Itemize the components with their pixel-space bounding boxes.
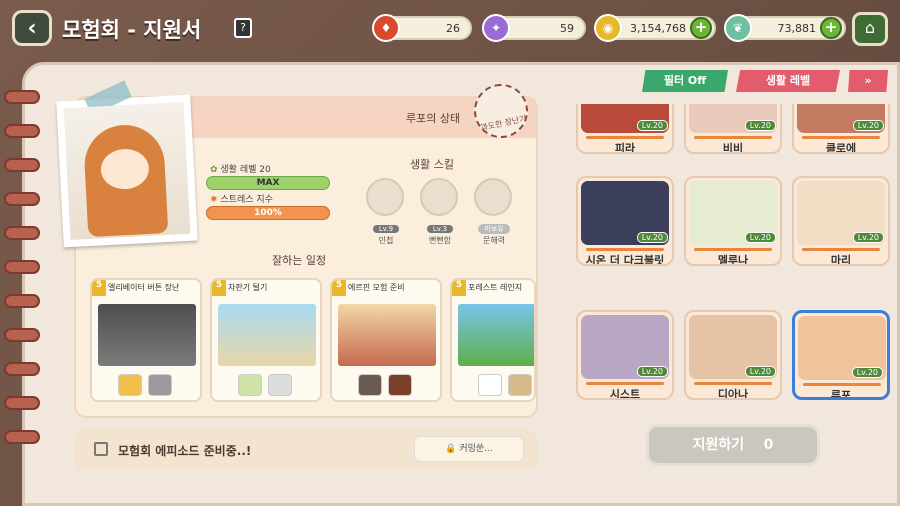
status-title: 루포의 상태 bbox=[406, 112, 461, 125]
reward-item bbox=[508, 374, 532, 396]
schedule-title: 잘하는 일정 bbox=[272, 254, 327, 267]
adventure-prep-image bbox=[338, 304, 436, 366]
episode-text: 모험회 에피소드 준비중..! bbox=[118, 444, 252, 458]
back-button[interactable]: ‹ bbox=[12, 10, 52, 46]
character-card[interactable]: Lv.20 디아나 bbox=[684, 310, 782, 400]
schedule-card[interactable]: 5 엘리베이터 버튼 장난 bbox=[90, 278, 202, 402]
schedule-card[interactable]: 5 포레스트 레인지 bbox=[450, 278, 536, 402]
leaf-icon: ❦ bbox=[724, 14, 752, 42]
gem-value: 59 bbox=[560, 21, 574, 35]
support-button[interactable]: 지원하기 0 bbox=[646, 424, 820, 466]
skill-literacy[interactable]: 미보유 문해력 bbox=[474, 178, 514, 246]
reward-item bbox=[238, 374, 262, 396]
gold-plus-button[interactable]: + bbox=[690, 17, 712, 39]
character-card[interactable]: Lv.20 피라 bbox=[576, 104, 674, 154]
lantern-icon: ♦ bbox=[372, 14, 400, 42]
life-level-label: ✿ 생활 레벨 20 bbox=[210, 165, 271, 175]
episode-bar: 모험회 에피소드 준비중..! 🔒 커밍쑨... bbox=[74, 430, 538, 470]
episode-checkbox bbox=[94, 442, 108, 456]
reward-item bbox=[388, 374, 412, 396]
reward-item bbox=[358, 374, 382, 396]
leaf-plus-button[interactable]: + bbox=[820, 17, 842, 39]
top-bar: ‹ 모험회 - 지원서 ? 26 ♦ 59 ✦ 3,154,768 ◉ + 73… bbox=[0, 0, 900, 56]
reward-item bbox=[118, 374, 142, 396]
literacy-icon bbox=[474, 178, 512, 216]
life-level-bar: MAX bbox=[206, 176, 330, 190]
character-card[interactable]: Lv.20 클로에 bbox=[792, 104, 890, 154]
gold-value: 3,154,768 bbox=[630, 21, 686, 35]
skill-audacity[interactable]: Lv.3 뻔뻔함 bbox=[420, 178, 460, 246]
reward-item bbox=[268, 374, 292, 396]
leaf-value: 73,881 bbox=[777, 21, 817, 35]
schedule-card[interactable]: 5 에르핀 모험 준비 bbox=[330, 278, 442, 402]
character-photo bbox=[56, 80, 198, 248]
forest-image bbox=[458, 304, 534, 366]
reward-item bbox=[478, 374, 502, 396]
page-title: 모험회 - 지원서 bbox=[62, 18, 202, 42]
sort-order-button[interactable]: » bbox=[848, 70, 888, 92]
reward-item bbox=[148, 374, 172, 396]
character-card[interactable]: Lv.20 마리 bbox=[792, 176, 890, 266]
character-card[interactable]: Lv.20 비비 bbox=[684, 104, 782, 154]
notebook-rings bbox=[0, 90, 40, 470]
stress-label: ✹ 스트레스 지수 bbox=[210, 195, 273, 205]
help-icon[interactable]: ? bbox=[234, 18, 252, 38]
audacity-icon bbox=[420, 178, 458, 216]
character-card-selected[interactable]: Lv.20 루포 bbox=[792, 310, 890, 400]
lupo-portrait bbox=[63, 101, 191, 241]
vending-image bbox=[218, 304, 316, 366]
gold-coin-icon: ◉ bbox=[594, 14, 622, 42]
life-level-sort-button[interactable]: 생활 레벨 bbox=[736, 70, 840, 92]
purple-gem-icon: ✦ bbox=[482, 14, 510, 42]
character-card[interactable]: Lv.20 멜루나 bbox=[684, 176, 782, 266]
skill-agility[interactable]: Lv.9 민첩 bbox=[366, 178, 406, 246]
character-card[interactable]: Lv.20 시스트 bbox=[576, 310, 674, 400]
stress-bar: 100% bbox=[206, 206, 330, 220]
skills-title: 생활 스킬 bbox=[410, 158, 454, 171]
elevator-image bbox=[98, 304, 196, 366]
character-grid: Lv.20 피라 Lv.20 비비 Lv.20 클로에 Lv.20 시온 더 다크불릿 … bbox=[568, 104, 894, 410]
lantern-value: 26 bbox=[446, 21, 460, 35]
schedule-card[interactable]: 5 자판기 털기 bbox=[210, 278, 322, 402]
agility-icon bbox=[366, 178, 404, 216]
filter-toggle-button[interactable]: 필터 Off bbox=[642, 70, 728, 92]
coming-soon-button[interactable]: 🔒 커밍쑨... bbox=[414, 436, 524, 462]
home-button[interactable]: ⌂ bbox=[852, 12, 888, 46]
character-card[interactable]: Lv.20 시온 더 다크불릿 bbox=[576, 176, 674, 266]
